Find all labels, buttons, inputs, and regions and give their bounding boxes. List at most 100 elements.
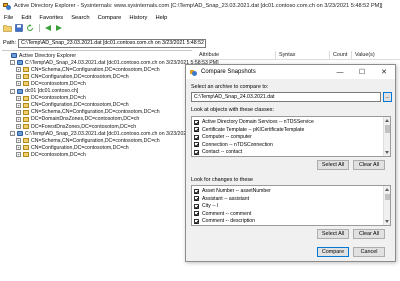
menu-favorites[interactable]: Favorites	[39, 15, 63, 21]
scroll-thumb[interactable]	[385, 194, 390, 200]
column-syntax[interactable]: Syntax	[279, 52, 295, 58]
compare-snapshots-dialog: Compare Snapshots — ☐ ✕ Select an archiv…	[185, 64, 396, 262]
tree-node[interactable]: + DC=contosotom,DC=ch	[16, 95, 86, 102]
tree-node-label: DC=contosotom,DC=ch	[31, 95, 86, 102]
expand-icon[interactable]: +	[16, 124, 21, 129]
property-checkbox[interactable]	[194, 211, 199, 217]
tree-node[interactable]: + CN=Schema,CN=Configuration,DC=contosoto…	[16, 109, 160, 116]
class-item[interactable]: Connection -- nTDSConnection	[194, 141, 273, 148]
attribute-list-header: Attribute Syntax Count Value(s)	[193, 50, 400, 60]
expand-icon[interactable]: +	[16, 81, 21, 87]
scroll-up-icon[interactable]	[385, 119, 389, 122]
tree-node-label: dc01 [dc01.contoso.ch]	[25, 88, 79, 94]
property-checkbox[interactable]	[194, 203, 199, 209]
ad-explorer-icon	[11, 53, 17, 58]
expand-icon[interactable]: +	[16, 138, 21, 144]
path-field[interactable]: C:\Temp\AD_Snap_23.03.2021.dat [dc01.con…	[18, 38, 207, 48]
back-arrow-icon[interactable]	[43, 24, 52, 32]
menu-edit[interactable]: Edit	[21, 15, 31, 21]
collapse-icon[interactable]: -	[10, 131, 15, 137]
cancel-button[interactable]: Cancel	[353, 247, 385, 257]
expand-icon[interactable]: +	[16, 109, 21, 115]
properties-clear-all-button[interactable]: Clear All	[353, 229, 385, 239]
browse-button[interactable]: ...	[383, 92, 392, 102]
forward-arrow-icon[interactable]	[54, 24, 63, 32]
classes-select-all-button[interactable]: Select All	[317, 160, 349, 170]
property-checkbox[interactable]	[194, 188, 199, 194]
column-divider[interactable]	[351, 51, 352, 59]
collapse-icon[interactable]: -	[10, 60, 15, 66]
class-checkbox[interactable]	[194, 134, 199, 140]
tree-node[interactable]: + DC=DomainDnsZones,DC=contosotom,DC=ch	[16, 116, 139, 123]
close-icon[interactable]: ✕	[376, 65, 392, 79]
property-label: Assistant -- assistant	[202, 195, 249, 202]
tree-node[interactable]: + DC=contosotom,DC=ch	[16, 80, 86, 87]
tree-node[interactable]: + CN=Configuration,DC=contosotom,DC=ch	[16, 144, 129, 151]
class-item[interactable]: Active Directory Domain Services -- nTDS…	[194, 119, 314, 126]
property-checkbox[interactable]	[194, 218, 199, 224]
class-checkbox[interactable]	[194, 127, 199, 133]
tree-node[interactable]: - dc01 [dc01.contoso.ch]	[10, 88, 78, 95]
class-item[interactable]: Contact -- contact	[194, 149, 242, 156]
expand-icon[interactable]: +	[16, 152, 21, 158]
tree-node-label: CN=Schema,CN=Configuration,DC=contosotom…	[31, 66, 160, 73]
tree-node[interactable]: + CN=Configuration,DC=contosotom,DC=ch	[16, 73, 129, 80]
expand-icon[interactable]: +	[16, 102, 21, 108]
column-divider[interactable]	[275, 51, 276, 59]
menu-search[interactable]: Search	[71, 15, 89, 21]
menu-help[interactable]: Help	[155, 15, 167, 21]
save-icon[interactable]	[14, 24, 23, 32]
class-item[interactable]: Computer -- computer	[194, 134, 252, 141]
property-checkbox[interactable]	[194, 196, 199, 202]
tree-node[interactable]: + CN=Configuration,DC=contosotom,DC=ch	[16, 102, 129, 109]
folder-icon	[23, 124, 29, 129]
tree-node[interactable]: Active Directory Explorer	[4, 52, 76, 59]
tree-node[interactable]: + CN=Schema,CN=Configuration,DC=contosoto…	[16, 137, 160, 144]
property-item[interactable]: Comment -- comment	[194, 210, 251, 217]
scroll-up-icon[interactable]	[385, 188, 389, 191]
expand-icon[interactable]: +	[16, 74, 21, 80]
menu-history[interactable]: History	[129, 15, 147, 21]
class-checkbox[interactable]	[194, 119, 199, 125]
class-checkbox[interactable]	[194, 149, 199, 155]
properties-scrollbar[interactable]	[383, 186, 390, 225]
open-icon[interactable]	[3, 24, 12, 32]
classes-list[interactable]: Contact -- contact Connection -- nTDSConn…	[191, 116, 391, 157]
expand-icon[interactable]: +	[16, 145, 21, 151]
column-divider[interactable]	[329, 51, 330, 59]
scroll-down-icon[interactable]	[385, 220, 389, 223]
properties-select-all-button[interactable]: Select All	[317, 229, 349, 239]
folder-icon	[23, 67, 29, 73]
menu-compare[interactable]: Compare	[98, 15, 122, 21]
expand-icon[interactable]: +	[16, 67, 21, 73]
column-values[interactable]: Value(s)	[355, 52, 375, 58]
refresh-icon[interactable]	[25, 24, 34, 32]
properties-list[interactable]: Comment -- description Comment -- comment…	[191, 185, 391, 226]
classes-scrollbar[interactable]	[383, 117, 390, 156]
property-item[interactable]: Asset Number -- assetNumber	[194, 188, 271, 195]
collapse-icon[interactable]: -	[10, 88, 15, 94]
property-item[interactable]: City -- l	[194, 203, 218, 210]
minimize-icon[interactable]: —	[332, 65, 348, 79]
expand-icon[interactable]: +	[16, 116, 21, 122]
column-count[interactable]: Count	[333, 52, 347, 58]
archive-path-input[interactable]: C:\Temp\AD_Snap_24.03.2021.dat	[191, 92, 381, 102]
maximize-icon[interactable]: ☐	[354, 65, 370, 79]
expand-icon[interactable]: +	[16, 95, 21, 101]
tree-node[interactable]: + DC=ForestDnsZones,DC=contosotom,DC=ch	[16, 123, 136, 130]
scroll-down-icon[interactable]	[385, 151, 389, 154]
class-checkbox[interactable]	[194, 142, 199, 148]
tree-pane[interactable]: Active Directory Explorer - C:\Temp\AD_Sna…	[2, 50, 219, 281]
class-item[interactable]: Certificate Template -- pKICertificateTe…	[194, 126, 304, 133]
classes-clear-all-button[interactable]: Clear All	[353, 160, 385, 170]
menu-file[interactable]: File	[4, 15, 13, 21]
property-item[interactable]: Comment -- description	[194, 218, 255, 225]
tree-node[interactable]: + DC=contosotom,DC=ch	[16, 151, 86, 158]
scroll-thumb[interactable]	[385, 125, 390, 133]
column-attribute[interactable]: Attribute	[199, 52, 219, 58]
tree-node[interactable]: + CN=Schema,CN=Configuration,DC=contosoto…	[16, 66, 160, 73]
property-item[interactable]: Assistant -- assistant	[194, 195, 249, 202]
class-label: Active Directory Domain Services -- nTDS…	[202, 119, 314, 125]
compare-button[interactable]: Compare	[317, 247, 349, 257]
